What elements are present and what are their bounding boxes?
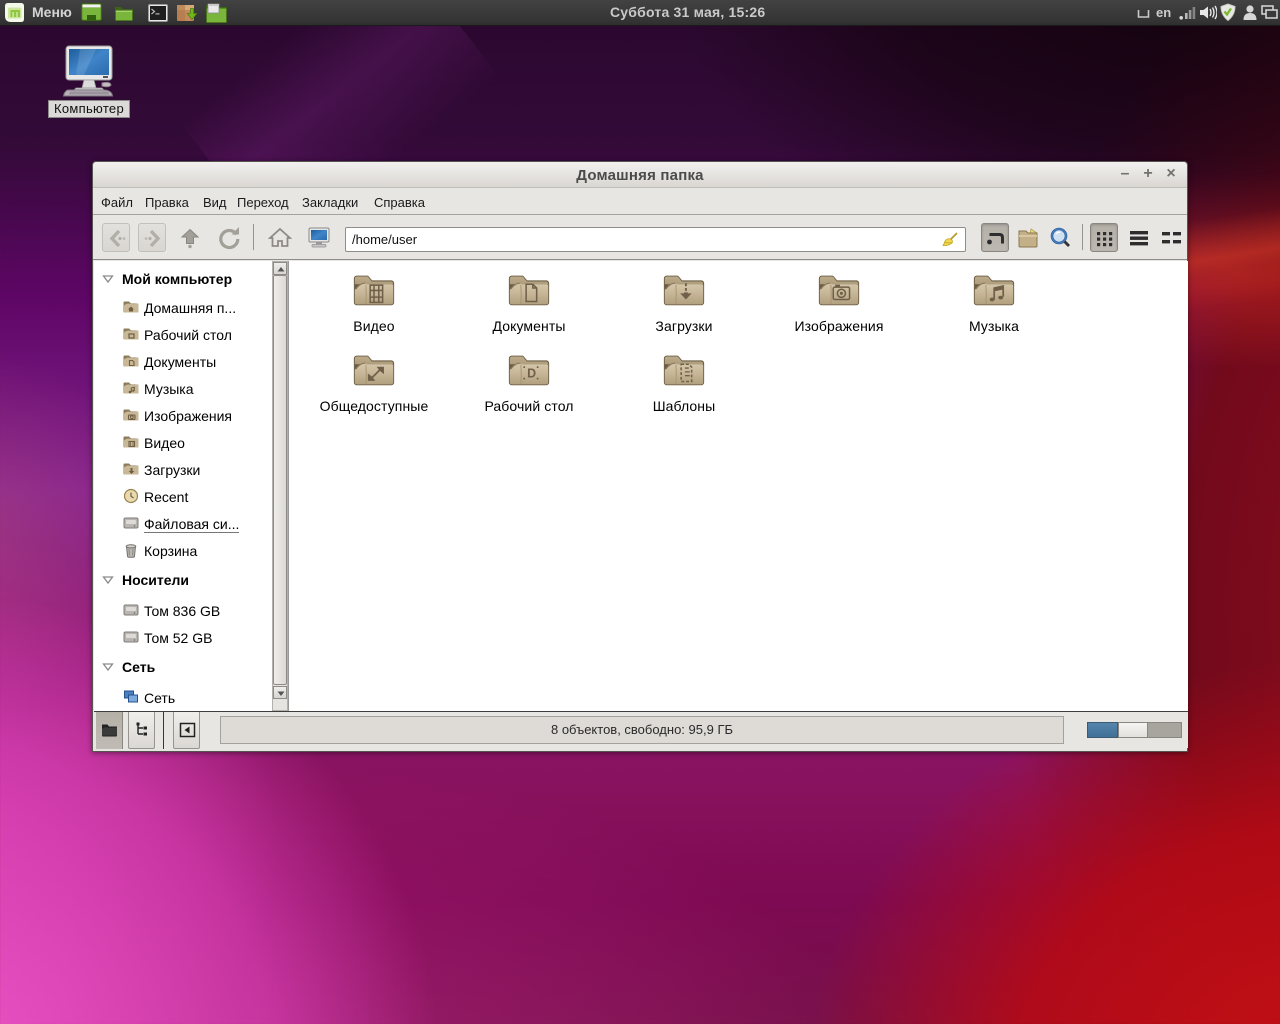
svg-text:D: D xyxy=(527,367,536,381)
